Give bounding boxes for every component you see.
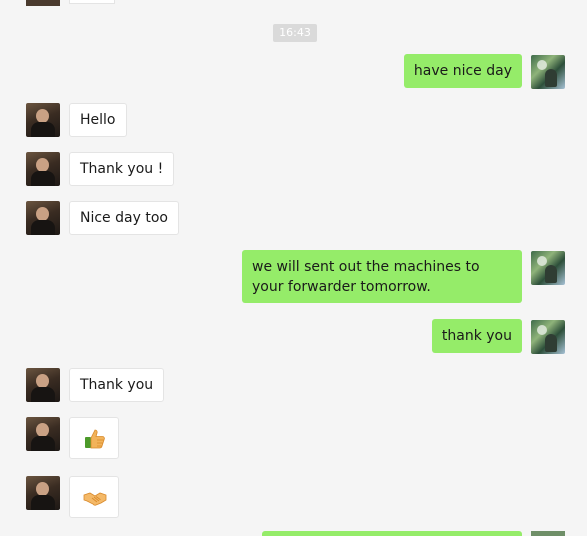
contact-avatar[interactable] <box>26 368 60 402</box>
outgoing-message-bubble[interactable] <box>262 531 522 536</box>
contact-avatar[interactable] <box>26 0 60 6</box>
contact-avatar[interactable] <box>26 201 60 235</box>
message-text: Thank you ! <box>80 161 164 177</box>
incoming-message-bubble[interactable]: Thank you <box>69 368 165 402</box>
my-avatar[interactable] <box>531 251 565 285</box>
message-text: thank you <box>441 328 512 344</box>
incoming-message-bubble[interactable]: Nice day too <box>69 201 179 235</box>
my-avatar[interactable] <box>531 531 565 536</box>
handshake-icon <box>83 492 107 506</box>
incoming-emoji-bubble[interactable] <box>69 417 119 459</box>
incoming-message-bubble[interactable]: Hello <box>69 103 127 137</box>
incoming-emoji-bubble[interactable] <box>69 476 119 518</box>
outgoing-message-bubble[interactable]: have nice day <box>403 54 522 88</box>
outgoing-message-bubble[interactable]: we will sent out the machines to your fo… <box>242 250 522 303</box>
my-avatar[interactable] <box>531 320 565 354</box>
message-timestamp: 16:43 <box>273 24 317 42</box>
message-text: have nice day <box>413 63 512 79</box>
contact-avatar[interactable] <box>26 152 60 186</box>
contact-avatar[interactable] <box>26 417 60 451</box>
contact-avatar[interactable] <box>26 476 60 510</box>
incoming-message-bubble <box>69 0 115 4</box>
contact-avatar[interactable] <box>26 103 60 137</box>
thumbs-up-icon <box>85 429 105 449</box>
message-text: we will sent out the machines to your fo… <box>252 259 480 295</box>
message-text: Hello <box>80 112 116 128</box>
chat-message-list[interactable]: 16:43 have nice day Hello Thank you ! Ni… <box>0 0 587 536</box>
message-text: Thank you <box>80 377 154 393</box>
message-text: Nice day too <box>80 210 168 226</box>
my-avatar[interactable] <box>531 55 565 89</box>
incoming-message-bubble[interactable]: Thank you ! <box>69 152 175 186</box>
outgoing-message-bubble[interactable]: thank you <box>431 319 522 353</box>
